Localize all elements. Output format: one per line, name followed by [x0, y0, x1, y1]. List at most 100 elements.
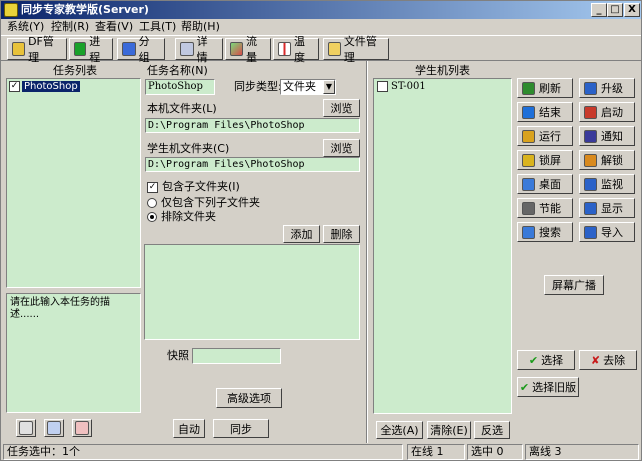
folder-list[interactable] — [144, 244, 360, 340]
status-task-selected: 任务选中：1个 — [3, 444, 403, 460]
exclude-option[interactable]: 排除文件夹 — [147, 210, 216, 224]
browse-student-button[interactable]: 浏览 — [323, 139, 360, 157]
local-folder-input[interactable]: D:\Program Files\PhotoShop — [145, 118, 360, 133]
key-icon — [12, 42, 26, 56]
student-checkbox[interactable] — [377, 81, 388, 92]
advanced-options-button[interactable]: 高级选项 — [216, 388, 282, 408]
title-bar: 同步专家教学版(Server) _ □ X — [1, 1, 641, 19]
delete-folder-button[interactable]: 删除 — [323, 225, 360, 243]
check-icon: ✔ — [528, 353, 539, 367]
run-icon — [522, 129, 535, 143]
end-command-button[interactable]: 结束 — [517, 102, 573, 122]
maximize-button[interactable]: □ — [607, 3, 623, 17]
status-online: 在线 1 — [407, 444, 465, 460]
status-bar: 任务选中：1个 在线 1 选中 0 离线 3 — [1, 444, 641, 461]
check-icon: ✔ — [519, 380, 530, 394]
power-command-button[interactable]: 节能 — [517, 198, 573, 218]
snapshot-input[interactable] — [192, 348, 281, 364]
chart-icon — [230, 42, 243, 56]
upgrade-command-button[interactable]: 升级 — [579, 78, 635, 98]
select-button[interactable]: ✔ 选择 — [517, 350, 575, 370]
toolbar-file-manage-button[interactable]: 文件管理 — [323, 35, 389, 64]
delete-task-button[interactable] — [72, 419, 92, 437]
task-list-item[interactable]: ✓ PhotoShop — [9, 81, 80, 92]
copy-task-button[interactable] — [44, 419, 64, 437]
minimize-button[interactable]: _ — [591, 3, 607, 17]
splitter[interactable] — [366, 61, 368, 443]
desktop-icon — [522, 177, 535, 191]
detail-icon — [180, 42, 194, 56]
student-folder-input[interactable]: D:\Program Files\PhotoShop — [145, 157, 360, 172]
run-command-button[interactable]: 运行 — [517, 126, 573, 146]
thermometer-icon — [278, 42, 291, 56]
snapshot-label: 快照 — [167, 349, 189, 362]
monitor-command-button[interactable]: 监视 — [579, 174, 635, 194]
student-folder-label: 学生机文件夹(C) — [147, 142, 230, 155]
upgrade-icon — [584, 81, 597, 95]
speaker-command-button[interactable]: 通知 — [579, 126, 635, 146]
student-list-header: 学生机列表 — [415, 64, 470, 77]
sync-button[interactable]: 同步 — [213, 419, 269, 438]
toolbar-process-button[interactable]: 进程 — [69, 35, 113, 64]
start-command-button[interactable]: 启动 — [579, 102, 635, 122]
add-task-icon — [19, 421, 33, 435]
import-command-button[interactable]: 导入 — [579, 222, 635, 242]
refresh-icon — [522, 81, 535, 95]
unlock-icon — [584, 153, 597, 167]
search-icon — [522, 225, 535, 239]
power-icon — [522, 201, 535, 215]
student-list-item[interactable]: ST-001 — [377, 81, 426, 92]
toolbar: DF管理 进程 分组 详情 流量 温度 文件管理 — [1, 35, 641, 64]
desktop-command-button[interactable]: 桌面 — [517, 174, 573, 194]
add-task-button[interactable] — [16, 419, 36, 437]
folder-icon — [328, 42, 341, 56]
include-subfolder-checkbox[interactable]: ✓ — [147, 181, 158, 193]
speaker-icon — [584, 129, 597, 143]
task-list-header: 任务列表 — [53, 64, 97, 77]
sync-type-select[interactable]: 文件夹 ▼ — [280, 79, 336, 95]
toolbar-traffic-button[interactable]: 流量 — [225, 35, 271, 64]
toolbar-group-button[interactable]: 分组 — [117, 35, 165, 64]
chevron-down-icon[interactable]: ▼ — [323, 80, 335, 94]
browse-local-button[interactable]: 浏览 — [323, 99, 360, 117]
local-folder-label: 本机文件夹(L) — [147, 102, 217, 115]
auto-button[interactable]: 自动 — [173, 419, 205, 438]
start-icon — [584, 105, 597, 119]
search-command-button[interactable]: 搜索 — [517, 222, 573, 242]
toolbar-df-manage-button[interactable]: DF管理 — [7, 35, 67, 64]
sync-type-label: 同步类型: — [234, 80, 282, 93]
select-old-version-button[interactable]: ✔ 选择旧版 — [517, 377, 579, 397]
lock-command-button[interactable]: 锁屏 — [517, 150, 573, 170]
unlock-command-button[interactable]: 解锁 — [579, 150, 635, 170]
include-subfolder-option[interactable]: ✓ 包含子文件夹(I) — [147, 180, 240, 194]
main-window: 同步专家教学版(Server) _ □ X 系统(Y) 控制(R) 查看(V) … — [0, 0, 642, 461]
select-all-button[interactable]: 全选(A) — [376, 421, 423, 439]
lock-icon — [522, 153, 535, 167]
status-offline: 离线 3 — [525, 444, 639, 460]
toolbar-detail-button[interactable]: 详情 — [175, 35, 223, 64]
remove-button[interactable]: ✘ 去除 — [579, 350, 637, 370]
clear-button[interactable]: 清除(E) — [427, 421, 471, 439]
copy-task-icon — [47, 421, 61, 435]
display-command-button[interactable]: 显示 — [579, 198, 635, 218]
screen-broadcast-button[interactable]: 屏幕广播 — [544, 275, 604, 295]
app-icon — [4, 3, 18, 17]
task-description[interactable]: 请在此输入本任务的描述...... — [6, 293, 141, 413]
only-include-option[interactable]: 仅包含下列子文件夹 — [147, 196, 260, 210]
invert-selection-button[interactable]: 反选 — [474, 421, 510, 439]
task-checkbox[interactable]: ✓ — [9, 81, 20, 92]
refresh-command-button[interactable]: 刷新 — [517, 78, 573, 98]
add-folder-button[interactable]: 添加 — [283, 225, 320, 243]
task-list[interactable]: ✓ PhotoShop — [6, 78, 141, 288]
toolbar-temperature-button[interactable]: 温度 — [273, 35, 319, 64]
close-button[interactable]: X — [624, 3, 640, 17]
cross-icon: ✘ — [590, 353, 601, 367]
exclude-radio[interactable] — [147, 212, 157, 222]
only-include-radio[interactable] — [147, 198, 157, 208]
student-list[interactable]: ST-001 — [373, 78, 512, 414]
status-selected: 选中 0 — [467, 444, 523, 460]
task-name-input[interactable]: PhotoShop — [145, 79, 215, 95]
monitor-icon — [584, 177, 597, 191]
group-icon — [122, 42, 136, 56]
import-icon — [584, 225, 597, 239]
